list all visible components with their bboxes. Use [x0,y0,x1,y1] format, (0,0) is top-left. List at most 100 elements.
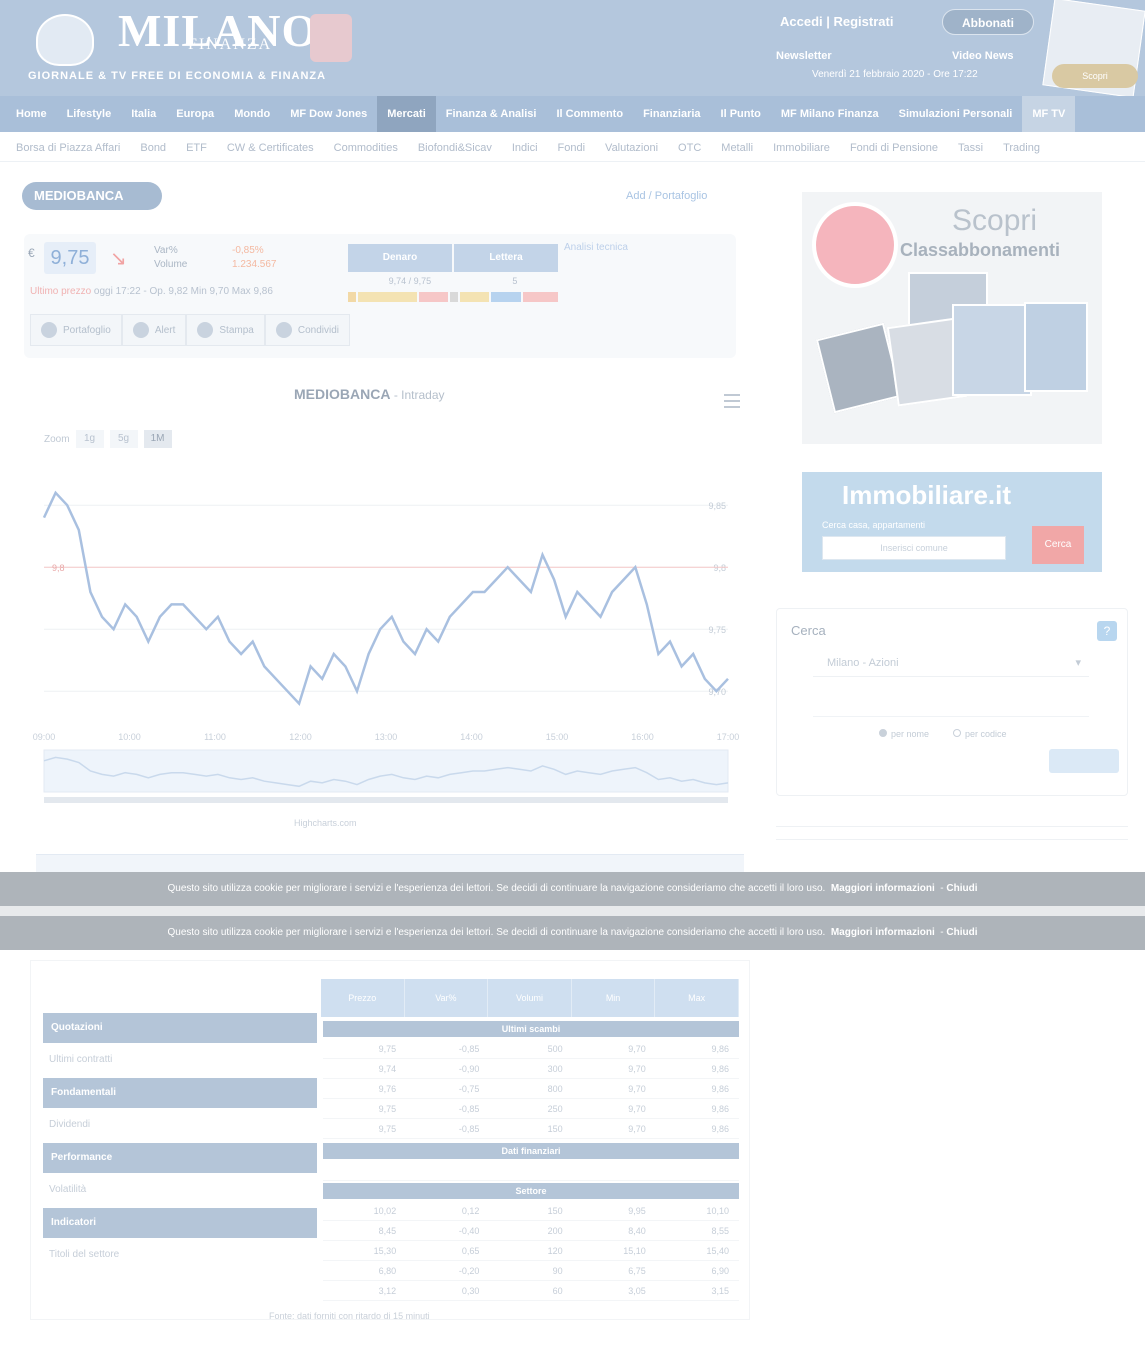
trend-down-icon: ↘ [110,248,127,270]
technical-analysis-link[interactable]: Analisi tecnica [564,242,628,253]
subnav-item[interactable]: OTC [668,142,711,154]
nav-item[interactable]: Finanza & Analisi [436,96,547,132]
cookie-close-button[interactable]: Chiudi [946,927,977,938]
table-cell: -0,85 [458,1044,480,1054]
subnav-item[interactable]: Indici [502,142,548,154]
chart-title: MEDIOBANCA - Intraday [294,386,445,402]
section-bar: Ultimi scambi [323,1021,739,1037]
nav-item[interactable]: Italia [121,96,166,132]
portfolio-button[interactable]: Portafoglio [30,314,122,346]
subnav-item[interactable]: Biofondi&Sicav [408,142,502,154]
cookie-banner: Questo sito utilizza cookie per migliora… [0,872,1145,906]
alert-label: Alert [154,324,176,336]
nav-item[interactable]: Mondo [224,96,280,132]
video-news-link[interactable]: Video News [952,50,1014,62]
table-cell: -0,75 [458,1084,480,1094]
subnav-item[interactable]: Valutazioni [595,142,668,154]
subnav-item[interactable]: Fondi di Pensione [840,142,948,154]
zoom-1d-button[interactable]: 1g [75,430,104,448]
warning-icon [132,322,149,338]
table-row: 9,75 -0,85 500 9,70 9,86 [323,1039,739,1059]
immobiliare-search-button[interactable]: Cerca [1032,526,1084,564]
table-cell: -0,85 [458,1124,480,1134]
immobiliare-widget: Immobiliare.it Cerca casa, appartamenti … [802,472,1102,572]
zoom-5d-button[interactable]: 5g [109,430,138,448]
table-row: 9,75 -0,85 150 9,70 9,86 [323,1119,739,1139]
table-cell: 15,40 [706,1246,730,1256]
subnav-item[interactable]: Bond [130,142,176,154]
x-tick-label: 15:00 [546,732,569,742]
radio-by-name[interactable]: per nome [879,729,929,739]
tab-ask[interactable]: Lettera [454,244,558,272]
nav-item[interactable]: Simulazioni Personali [889,96,1023,132]
immobiliare-search-input[interactable]: Inserisci comune [822,536,1006,560]
subnav-item[interactable]: Fondi [548,142,596,154]
nav-item[interactable]: Il Commento [546,96,633,132]
subscription-ad[interactable]: Scopri Classabbonamenti [802,192,1102,444]
nav-item[interactable]: Mercati [377,96,436,132]
section-bar: Settore [323,1183,739,1199]
subnav-item[interactable]: CW & Certificates [217,142,324,154]
table-cell: 60 [552,1286,563,1296]
category-label[interactable]: Indicatori [43,1208,317,1238]
subnav-item[interactable]: Trading [993,142,1050,154]
tab-bid[interactable]: Denaro [348,244,452,272]
promo-badge[interactable]: Scopri Classabbonamenti [1052,64,1138,105]
zoom-controls: Zoom 1g 5g 1M [44,430,172,448]
chart-menu-icon[interactable] [724,394,740,408]
table-cell: 9,95 [628,1206,646,1216]
alert-button[interactable]: Alert [121,314,187,346]
category-label[interactable]: Quotazioni [43,1013,317,1043]
subnav-item[interactable]: Borsa di Piazza Affari [6,142,130,154]
change-values: -0,85% 1.234.567 [232,244,277,272]
subnav-item[interactable]: Immobiliare [763,142,840,154]
table-cell: 3,15 [711,1286,730,1296]
nav-item[interactable]: Europa [166,96,224,132]
subscribe-button[interactable]: Abbonati [942,9,1034,35]
newsletter-link[interactable]: Newsletter [776,50,832,62]
x-tick-label: 12:00 [289,732,312,742]
logo-emblem-icon[interactable] [36,14,94,66]
table-header-cell: Max [655,979,739,1017]
table-cell: 0,30 [461,1286,480,1296]
table-header: Prezzo Var% Volumi Min Max [321,979,739,1017]
nav-item[interactable]: Finanziaria [633,96,710,132]
market-select[interactable]: Milano - Azioni ▾ [813,649,1089,677]
cookie-close-button[interactable]: Chiudi [946,883,977,894]
table-cell: 3,05 [628,1286,646,1296]
search-submit-button[interactable] [1049,749,1119,773]
subnav-item[interactable]: ETF [176,142,217,154]
radio-by-code[interactable]: per codice [953,729,1007,739]
category-label[interactable]: Performance [43,1143,317,1173]
immobiliare-logo[interactable]: Immobiliare.it [842,480,1011,511]
nav-item[interactable]: MF Milano Finanza [771,96,889,132]
table-cell: 8,55 [711,1226,730,1236]
table-cell: 150 [547,1206,563,1216]
subnav-item[interactable]: Tassi [948,142,993,154]
table-cell: 9,86 [711,1064,730,1074]
zoom-label: Zoom [44,433,70,445]
nav-item[interactable]: MF Dow Jones [280,96,377,132]
subnav-item[interactable]: Commodities [324,142,408,154]
nav-item[interactable]: MF TV [1022,96,1076,132]
add-portfolio-link[interactable]: Add / Portafoglio [626,190,707,202]
category-label[interactable]: Fondamentali [43,1078,317,1108]
radio-dot-icon [879,729,887,737]
book-price: 9,74 / 9,75 [388,276,432,286]
cookie-more-link[interactable]: Maggiori informazioni [831,883,935,894]
login-link[interactable]: Accedi | Registrati [780,14,893,29]
help-icon[interactable]: ? [1097,621,1117,641]
zoom-1m-button[interactable]: 1M [143,430,172,448]
share-icon [275,322,292,338]
share-button[interactable]: Condividi [264,314,350,346]
cookie-more-link[interactable]: Maggiori informazioni [831,927,935,938]
subnav-item[interactable]: Metalli [711,142,763,154]
x-tick-label: 09:00 [33,732,56,742]
print-button[interactable]: Stampa [186,314,265,346]
chart-credits[interactable]: Highcharts.com [294,818,357,828]
nav-item[interactable]: Il Punto [711,96,771,132]
security-search-input[interactable] [813,689,1089,717]
nav-item[interactable]: Lifestyle [57,96,122,132]
nav-item[interactable]: Home [6,96,57,132]
chart-title-main: MEDIOBANCA [294,386,390,402]
